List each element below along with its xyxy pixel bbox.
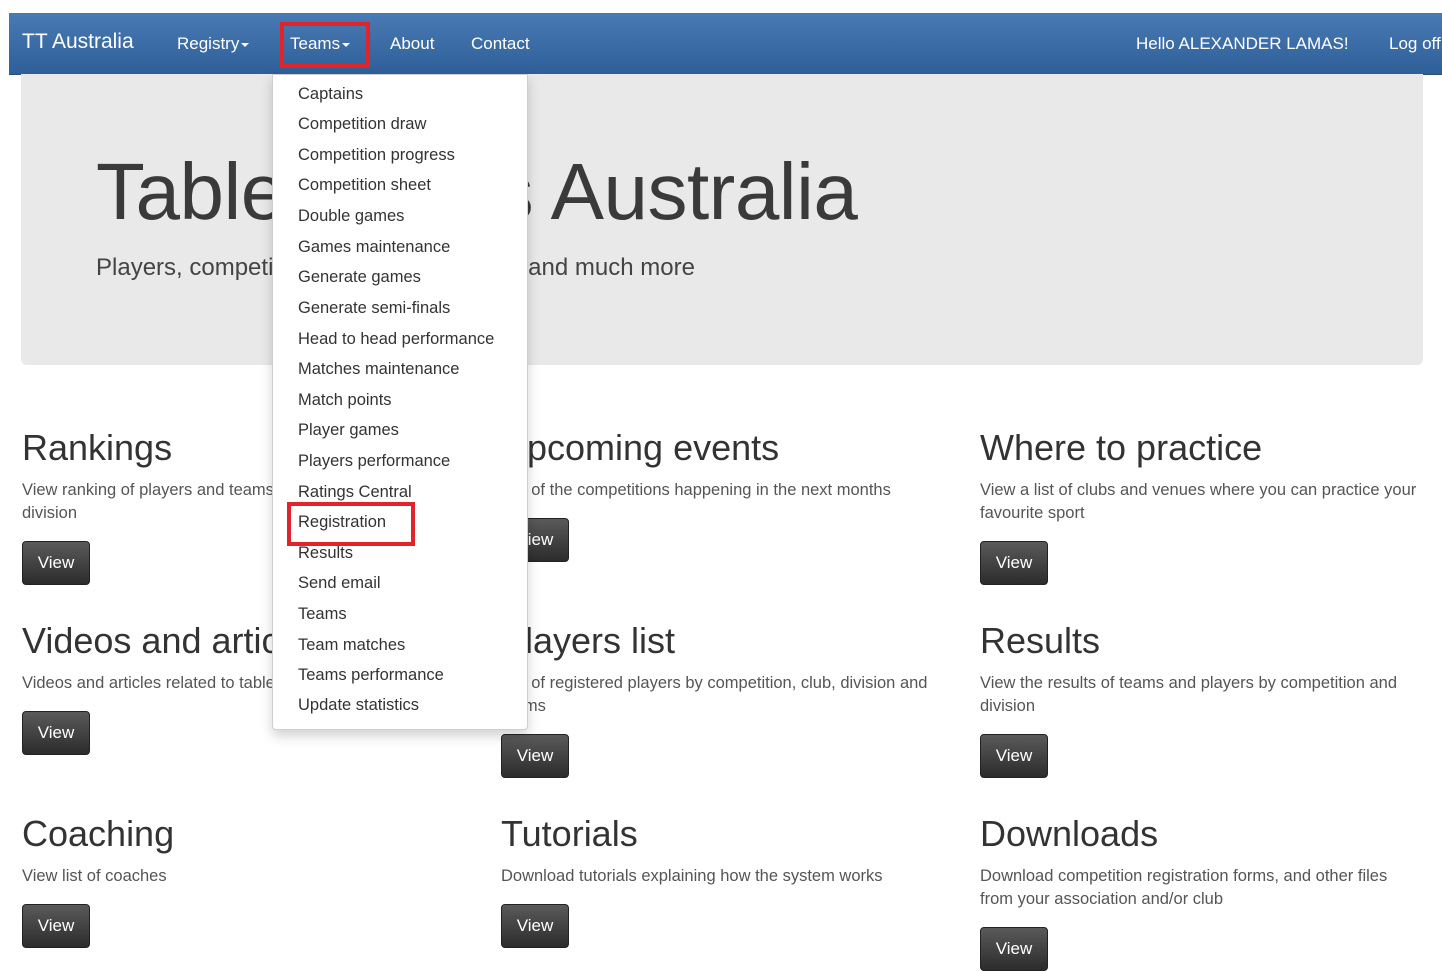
menu-item-player-games[interactable]: Player games xyxy=(298,421,399,440)
caret-down-icon xyxy=(241,42,250,47)
menu-item-generate-games[interactable]: Generate games xyxy=(298,268,421,287)
feature-downloads: Downloads Download competition registrat… xyxy=(980,813,1420,971)
menu-item-captains[interactable]: Captains xyxy=(298,85,363,104)
menu-item-double-games[interactable]: Double games xyxy=(298,207,404,226)
feature-description: View list of coaches xyxy=(22,867,167,885)
feature-title: Downloads xyxy=(980,813,1159,854)
menu-item-teams-performance[interactable]: Teams performance xyxy=(298,666,444,685)
feature-description: List of the competitions happening in th… xyxy=(501,481,891,499)
feature-description: List of registered players by competitio… xyxy=(501,674,928,715)
feature-title: Results xyxy=(980,620,1101,661)
rankings-view-button[interactable]: View xyxy=(22,541,90,585)
menu-item-teams[interactable]: Teams xyxy=(298,605,347,624)
menu-item-games-maintenance[interactable]: Games maintenance xyxy=(298,238,450,257)
menu-item-update-statistics[interactable]: Update statistics xyxy=(298,696,419,715)
user-greeting-link[interactable]: Hello ALEXANDER LAMAS! xyxy=(1136,13,1349,74)
coaching-view-button[interactable]: View xyxy=(22,904,90,948)
menu-item-match-points[interactable]: Match points xyxy=(298,391,392,410)
feature-results: Results View the results of teams and pl… xyxy=(980,620,1420,778)
feature-title: Where to practice xyxy=(980,427,1263,468)
feature-description: Download competition registration forms,… xyxy=(980,867,1388,908)
videos-view-button[interactable]: View xyxy=(22,711,90,755)
menu-item-send-email[interactable]: Send email xyxy=(298,574,381,593)
feature-where-to-practice: Where to practice View a list of clubs a… xyxy=(980,427,1420,585)
logoff-link[interactable]: Log off xyxy=(1389,13,1441,74)
nav-registry-label: Registry xyxy=(177,34,240,53)
feature-description: Download tutorials explaining how the sy… xyxy=(501,867,883,885)
feature-title: Upcoming events xyxy=(501,427,780,468)
menu-item-competition-sheet[interactable]: Competition sheet xyxy=(298,176,431,195)
menu-item-generate-semi-finals[interactable]: Generate semi-finals xyxy=(298,299,450,318)
feature-description: View the results of teams and players by… xyxy=(980,674,1398,715)
menu-item-competition-draw[interactable]: Competition draw xyxy=(298,115,426,134)
feature-upcoming-events: Upcoming events List of the competitions… xyxy=(501,427,941,562)
brand-link[interactable]: TT Australia xyxy=(22,13,134,74)
players-list-view-button[interactable]: View xyxy=(501,734,569,778)
feature-tutorials: Tutorials Download tutorials explaining … xyxy=(501,813,941,948)
nav-about-link[interactable]: About xyxy=(390,13,434,74)
registration-highlight-box xyxy=(287,502,415,546)
hero-jumbotron: Table Tennis Australia Players, competit… xyxy=(21,74,1423,365)
menu-item-head-to-head-performance[interactable]: Head to head performance xyxy=(298,330,494,349)
feature-title: Players list xyxy=(501,620,676,661)
menu-item-competition-progress[interactable]: Competition progress xyxy=(298,146,455,165)
menu-item-matches-maintenance[interactable]: Matches maintenance xyxy=(298,360,459,379)
teams-dropdown-menu: Captains Competition draw Competition pr… xyxy=(272,74,528,730)
menu-item-results[interactable]: Results xyxy=(298,544,353,563)
top-navbar: TT Australia Registry Teams About Contac… xyxy=(9,13,1442,75)
where-to-practice-view-button[interactable]: View xyxy=(980,541,1048,585)
downloads-view-button[interactable]: View xyxy=(980,927,1048,971)
feature-title: Tutorials xyxy=(501,813,638,854)
menu-item-players-performance[interactable]: Players performance xyxy=(298,452,450,471)
tutorials-view-button[interactable]: View xyxy=(501,904,569,948)
feature-title: Coaching xyxy=(22,813,175,854)
teams-highlight-box xyxy=(280,22,370,68)
feature-description: View a list of clubs and venues where yo… xyxy=(980,481,1417,522)
menu-item-team-matches[interactable]: Team matches xyxy=(298,636,405,655)
menu-item-ratings-central[interactable]: Ratings Central xyxy=(298,483,412,502)
nav-contact-link[interactable]: Contact xyxy=(471,13,530,74)
feature-coaching: Coaching View list of coaches View xyxy=(22,813,462,948)
nav-registry-dropdown[interactable]: Registry xyxy=(177,13,250,74)
feature-players-list: Players list List of registered players … xyxy=(501,620,941,778)
results-view-button[interactable]: View xyxy=(980,734,1048,778)
